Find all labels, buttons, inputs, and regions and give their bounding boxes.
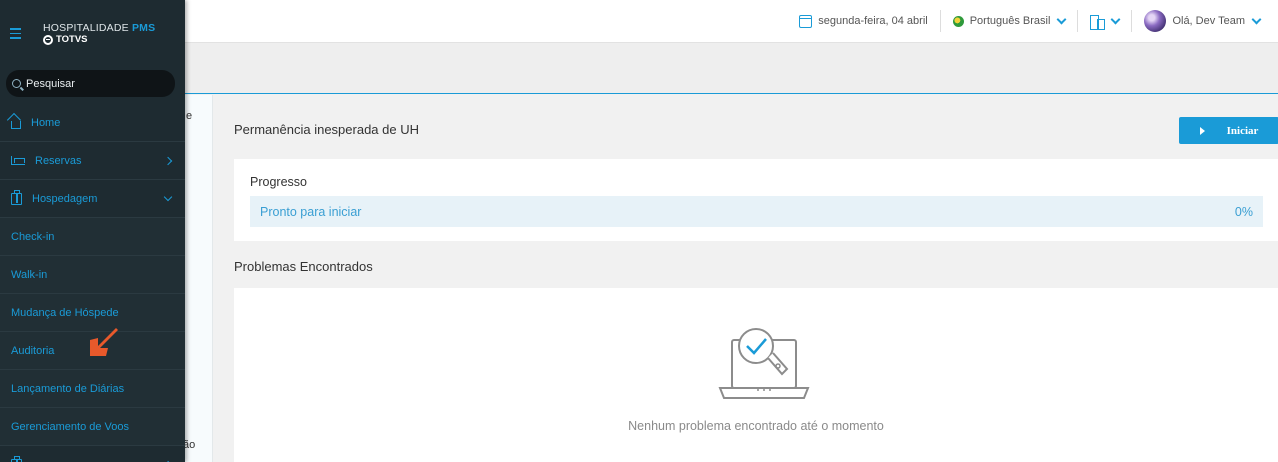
sidebar-item-label: Hospedagem [32, 192, 98, 205]
avatar [1144, 10, 1167, 32]
chevron-right-icon [163, 156, 173, 165]
date-text: segunda-feira, 04 abril [818, 15, 928, 27]
building-icon [1090, 14, 1106, 30]
language-selector[interactable]: Português Brasil [941, 10, 1078, 32]
sidebar-item-home[interactable]: Home [0, 104, 185, 142]
progress-card: Progresso Pronto para iniciar 0% [234, 159, 1278, 241]
sidebar-item-next[interactable] [0, 446, 185, 462]
panel-text-fragment: e [186, 110, 193, 122]
property-selector[interactable] [1078, 10, 1131, 32]
progress-heading: Progresso [250, 175, 307, 189]
main-content: Permanência inesperada de UH Iniciar Pro… [213, 95, 1278, 462]
start-button-label: Iniciar [1226, 124, 1259, 137]
date-display: segunda-feira, 04 abril [787, 10, 939, 32]
language-text: Português Brasil [969, 15, 1051, 27]
sidebar-subitem-lancamento-de-diarias[interactable]: Lançamento de Diárias [0, 370, 185, 408]
chevron-down-icon [163, 192, 173, 201]
brand-company: TOTVS [56, 33, 88, 45]
search-icon [12, 79, 21, 88]
start-button[interactable]: Iniciar [1179, 117, 1278, 144]
sidebar-item-reservas[interactable]: Reservas [0, 142, 185, 180]
sidebar-subitem-walk-in[interactable]: Walk-in [0, 256, 185, 294]
totvs-logo-icon [43, 34, 53, 45]
hamburger-icon[interactable] [10, 28, 21, 39]
pointer-arrow-icon [90, 328, 118, 356]
sidebar-header: HOSPITALIDADE PMS TOTVS [0, 0, 185, 64]
page-subheader [185, 43, 1278, 94]
play-icon [1199, 126, 1205, 135]
bed-icon [11, 156, 25, 165]
page-title: Permanência inesperada de UH [234, 122, 419, 137]
sidebar: HOSPITALIDADE PMS TOTVS Pesquisar Home R… [0, 0, 185, 462]
search-input[interactable]: Pesquisar [6, 70, 175, 97]
problems-card: Nenhum problema encontrado até o momento [234, 288, 1278, 462]
problems-heading: Problemas Encontrados [234, 259, 373, 274]
sidebar-item-label: Reservas [35, 154, 82, 167]
brand-accent: PMS [131, 22, 156, 34]
brazil-flag-icon [952, 15, 964, 27]
search-placeholder: Pesquisar [26, 77, 75, 90]
user-menu[interactable]: Olá, Dev Team [1132, 10, 1272, 32]
laptop-search-icon [718, 328, 810, 399]
brand-logo: HOSPITALIDADE PMS TOTVS [43, 22, 156, 45]
collapsed-panel: e ão [183, 95, 213, 462]
sidebar-subitem-check-in[interactable]: Check-in [0, 218, 185, 256]
sidebar-item-label: Home [31, 116, 61, 129]
calendar-icon [799, 14, 813, 28]
progress-bar: Pronto para iniciar 0% [250, 196, 1263, 227]
home-icon [11, 120, 21, 129]
top-bar: segunda-feira, 04 abril Português Brasil… [0, 0, 1278, 43]
user-greeting: Olá, Dev Team [1172, 15, 1245, 27]
menu-item-icon [11, 455, 22, 462]
progress-status: Pronto para iniciar [260, 204, 362, 219]
empty-state-message: Nenhum problema encontrado até o momento [628, 419, 884, 433]
luggage-icon [11, 189, 22, 205]
progress-percent: 0% [1234, 204, 1253, 219]
sidebar-subitem-gerenciamento-de-voos[interactable]: Gerenciamento de Voos [0, 408, 185, 446]
sidebar-item-hospedagem[interactable]: Hospedagem [0, 180, 185, 218]
chevron-down-icon [1251, 14, 1262, 24]
brand-name: HOSPITALIDADE [43, 22, 129, 34]
chevron-down-icon [1056, 14, 1067, 24]
chevron-down-icon [1110, 14, 1121, 24]
